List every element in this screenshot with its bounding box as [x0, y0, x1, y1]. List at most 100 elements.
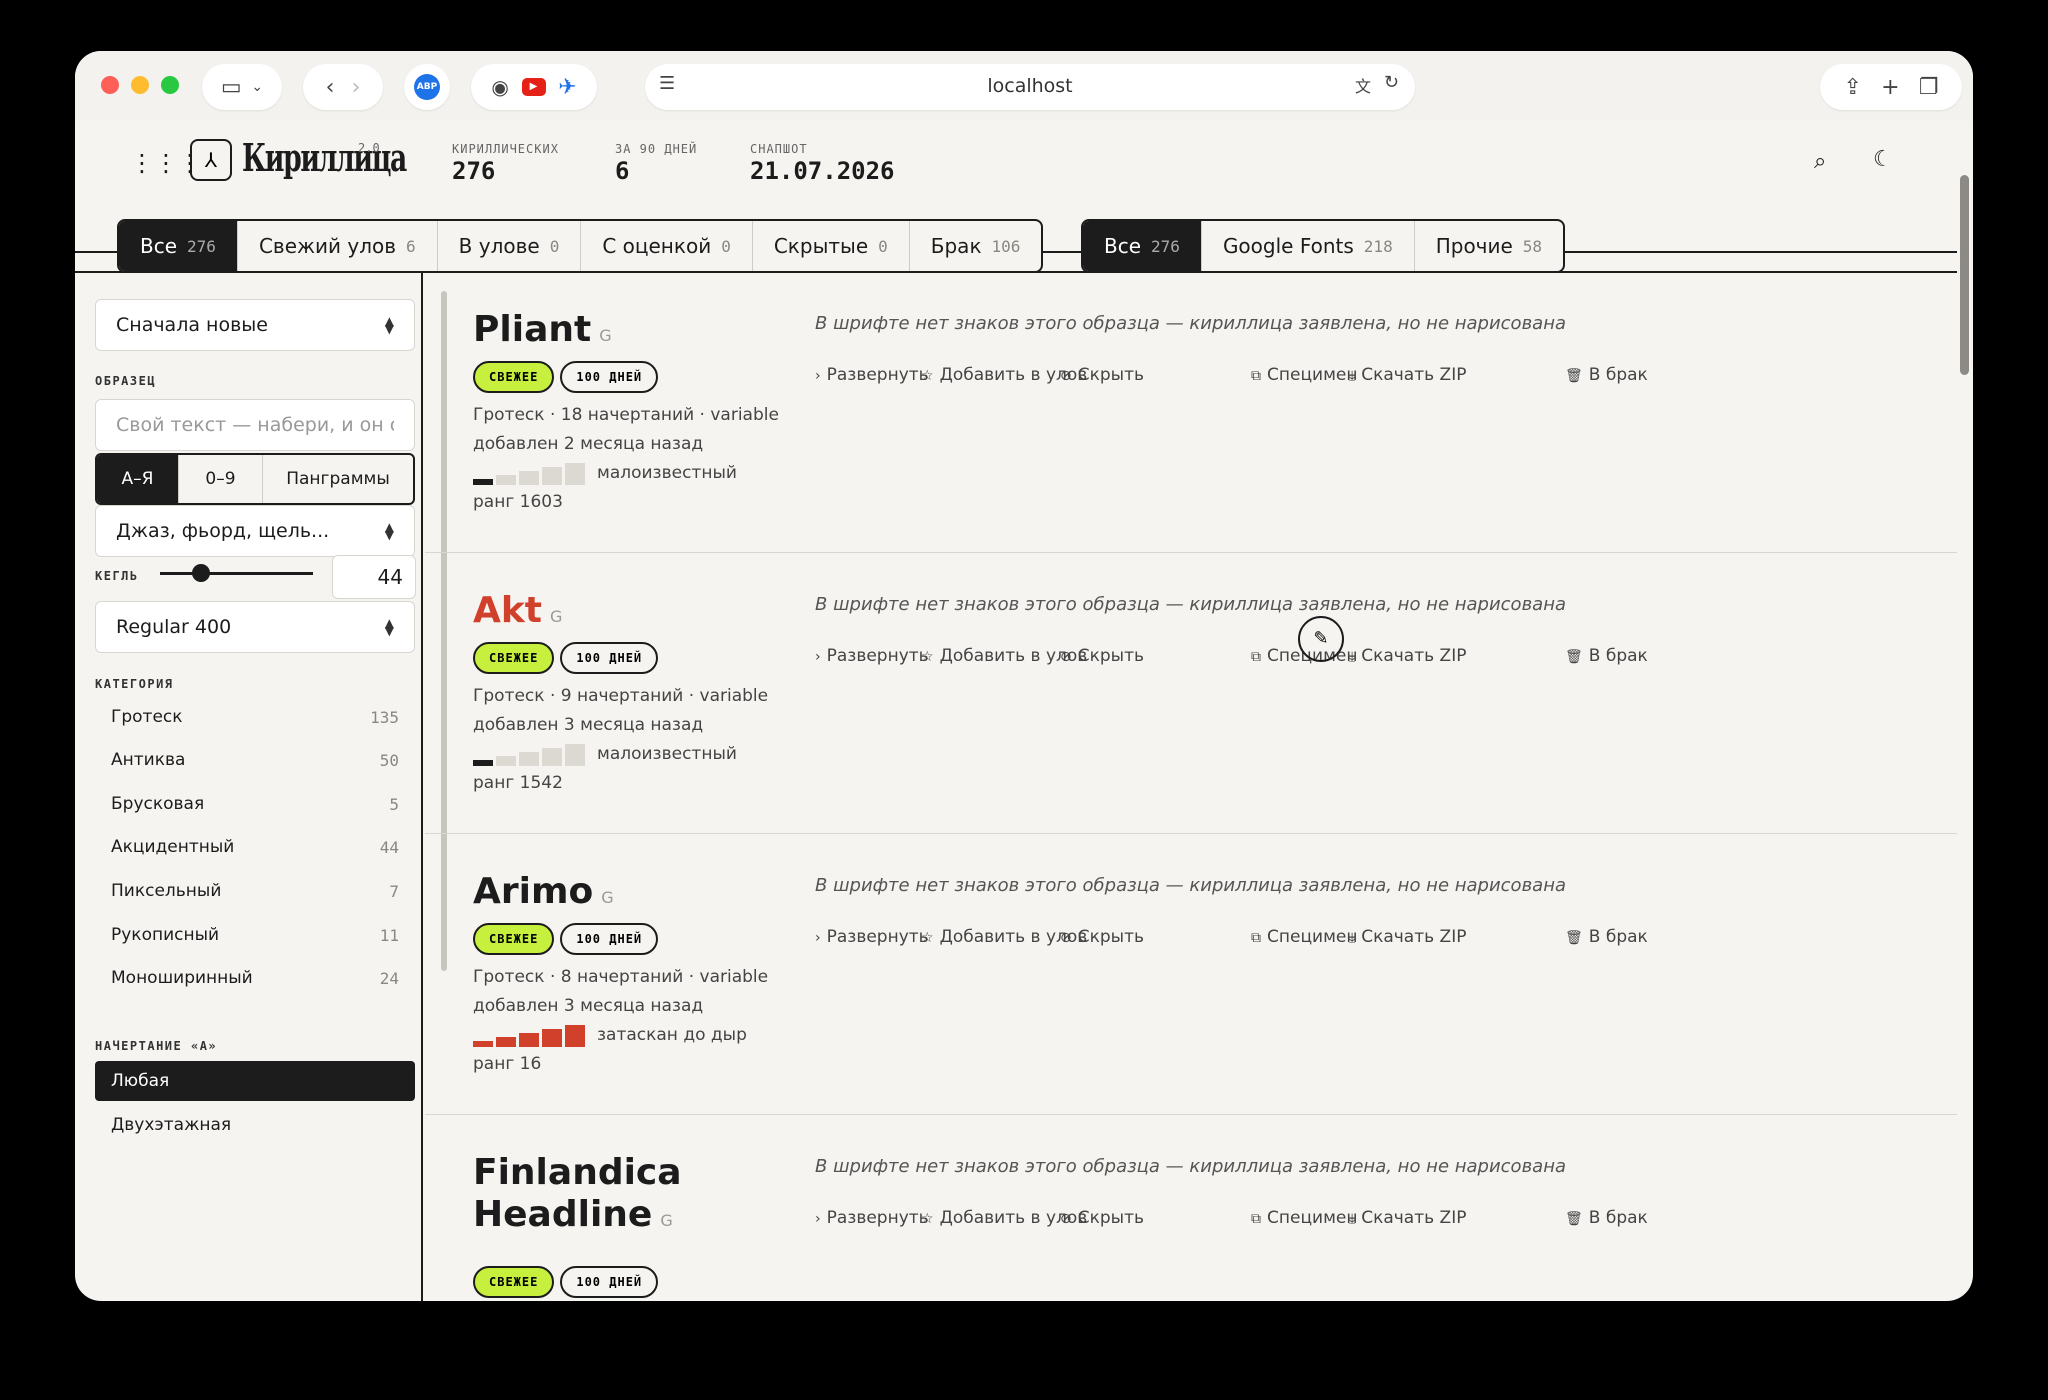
sample-text-input[interactable]: Свой текст — набери, и он ст — [95, 399, 415, 451]
google-fonts-mark-icon: G — [660, 1211, 673, 1230]
category-slab[interactable]: Брусковая 5 — [95, 784, 415, 824]
popularity-step — [565, 744, 585, 766]
font-added-date: добавлен 3 месяца назад — [473, 715, 704, 735]
translate-icon[interactable]: 文 — [1355, 73, 1371, 97]
sidebar-toggle-button[interactable]: ▭ ⌄ — [202, 64, 282, 110]
specimen-link[interactable]: ⧉ Специмен — [1251, 1208, 1357, 1228]
category-count: 5 — [389, 794, 399, 814]
category-antiqua[interactable]: Антиква 50 — [95, 740, 415, 780]
download-zip-button[interactable]: ⤓ Скачать ZIP — [1349, 1208, 1466, 1228]
specimen-link-label: Специмен — [1267, 365, 1358, 385]
sample-preset-select[interactable]: Джаз, фьорд, щель... ▲ ▼ — [95, 505, 415, 557]
font-name[interactable]: Finlandica Headline G — [473, 1152, 753, 1242]
tab-status-hidden[interactable]: Скрытые 0 — [753, 221, 910, 271]
weight-select[interactable]: Regular 400 ▲ ▼ — [95, 601, 415, 653]
trash-icon: 🗑 — [1565, 930, 1583, 946]
specimen-link[interactable]: ⧉ Специмен — [1251, 927, 1357, 947]
font-name-text: Akt — [473, 590, 543, 631]
address-bar[interactable]: ☰ localhost 文 ↻ — [645, 64, 1415, 110]
hide-button-label: Скрыть — [1077, 1208, 1145, 1228]
logo-mark-icon[interactable]: ⅄ — [190, 139, 232, 181]
zoom-window-button[interactable] — [161, 76, 179, 94]
tab-count: 6 — [406, 236, 416, 256]
font-name[interactable]: Akt G — [473, 590, 753, 638]
hide-button[interactable]: ⊘ Скрыть — [1060, 927, 1144, 947]
days-badge: 100 ДНЕЙ — [560, 1266, 659, 1298]
tab-status-in-catch[interactable]: В улове 0 — [438, 221, 582, 271]
reject-button[interactable]: 🗑 В брак — [1565, 927, 1648, 947]
history-nav: ‹ › — [303, 64, 383, 110]
share-icon[interactable]: ⇪ — [1844, 75, 1862, 100]
sample-preset-value: Джаз, фьорд, щель... — [116, 520, 330, 542]
category-pixel[interactable]: Пиксельный 7 — [95, 871, 415, 911]
dark-mode-moon-icon[interactable]: ☾ — [1873, 147, 1893, 172]
category-grotesque[interactable]: Гротеск 135 — [95, 697, 415, 737]
category-display[interactable]: Акцидентный 44 — [95, 827, 415, 867]
tab-status-fresh-catch[interactable]: Свежий улов 6 — [238, 221, 438, 271]
sort-select[interactable]: Сначала новые ▲ ▼ — [95, 299, 415, 351]
tab-source-other[interactable]: Прочие 58 — [1415, 221, 1563, 271]
expand-button[interactable]: › Развернуть — [815, 927, 929, 947]
runner-extension-icon[interactable]: ✈ — [558, 75, 576, 100]
reject-button[interactable]: 🗑 В брак — [1565, 365, 1648, 385]
tab-status-rejected[interactable]: Брак 106 — [910, 221, 1042, 271]
select-arrows-icon: ▲ ▼ — [384, 314, 394, 336]
minimize-window-button[interactable] — [131, 76, 149, 94]
tab-source-google-fonts[interactable]: Google Fonts 218 — [1202, 221, 1415, 271]
font-name[interactable]: Pliant G — [473, 309, 753, 357]
sample-mode-alphabet[interactable]: А–Я — [97, 455, 179, 503]
category-monospace[interactable]: Моноширинный 24 — [95, 958, 415, 998]
tab-status-all[interactable]: Все 276 — [119, 221, 238, 271]
category-name: Моноширинный — [111, 968, 253, 988]
download-zip-button[interactable]: ⤓ Скачать ZIP — [1349, 927, 1466, 947]
tab-count: 276 — [1151, 236, 1180, 256]
hide-button[interactable]: ⊘ Скрыть — [1060, 1208, 1144, 1228]
search-icon[interactable]: ⌕ — [1814, 149, 1826, 174]
expand-button[interactable]: › Развернуть — [815, 1208, 929, 1228]
tab-status-rated[interactable]: С оценкой 0 — [581, 221, 753, 271]
record-icon[interactable]: ◉ — [491, 75, 508, 99]
size-slider-handle[interactable] — [192, 564, 210, 582]
card-actions: › Развернуть ☆ Добавить в улов ⊘ Скрыть ⧉ Специ… — [815, 1208, 1875, 1232]
size-slider-track[interactable] — [160, 572, 313, 575]
reject-button[interactable]: 🗑 В брак — [1565, 646, 1648, 666]
category-handwritten[interactable]: Рукописный 11 — [95, 915, 415, 955]
download-zip-button[interactable]: ⤓ Скачать ZIP — [1349, 646, 1466, 666]
sample-mode-digits[interactable]: 0–9 — [179, 455, 263, 503]
card-actions: › Развернуть ☆ Добавить в улов ⊘ Скрыть ⧉ Специ… — [815, 365, 1875, 389]
tab-source-all[interactable]: Все 276 — [1083, 221, 1202, 271]
adblock-extension-button[interactable]: ABP — [404, 64, 450, 110]
font-list: Pliant G СВЕЖЕЕ 100 ДНЕЙ Гротеск · 18 начерт… — [425, 273, 1957, 1301]
chevron-right-icon: › — [815, 368, 821, 384]
edit-sample-button[interactable]: ✎ — [1298, 616, 1344, 662]
page-scrollbar[interactable] — [1957, 121, 1973, 1301]
expand-button[interactable]: › Развернуть — [815, 365, 929, 385]
close-window-button[interactable] — [101, 76, 119, 94]
font-meta: Гротеск · 8 начертаний · variable добавле… — [473, 963, 768, 1079]
logo-text[interactable]: Кириллица — [242, 135, 407, 180]
font-badges: СВЕЖЕЕ 100 ДНЕЙ — [473, 923, 659, 955]
tab-overview-icon[interactable]: ❐ — [1919, 75, 1939, 100]
sample-mode-pangrams[interactable]: Панграммы — [263, 455, 413, 503]
stat-label-snapshot: СНАПШОТ — [750, 142, 808, 156]
new-tab-icon[interactable]: + — [1881, 75, 1899, 100]
forward-button[interactable]: › — [352, 75, 361, 100]
a-style-any[interactable]: Любая — [95, 1061, 415, 1101]
download-zip-button[interactable]: ⤓ Скачать ZIP — [1349, 365, 1466, 385]
tab-label: Все — [1104, 234, 1142, 258]
hide-button[interactable]: ⊘ Скрыть — [1060, 365, 1144, 385]
tab-count: 106 — [991, 236, 1021, 256]
hide-button[interactable]: ⊘ Скрыть — [1060, 646, 1144, 666]
reject-button[interactable]: 🗑 В брак — [1565, 1208, 1648, 1228]
specimen-link[interactable]: ⧉ Специмен — [1251, 365, 1357, 385]
font-name[interactable]: Arimo G — [473, 871, 753, 919]
reload-icon[interactable]: ↻ — [1384, 72, 1399, 93]
youtube-icon[interactable]: ▶ — [521, 78, 546, 96]
a-style-double-storey[interactable]: Двухэтажная — [95, 1105, 415, 1145]
page-scrollbar-thumb[interactable] — [1960, 175, 1969, 375]
back-button[interactable]: ‹ — [326, 75, 335, 100]
size-input[interactable]: 44 — [332, 555, 416, 599]
expand-button[interactable]: › Развернуть — [815, 646, 929, 666]
font-badges: СВЕЖЕЕ 100 ДНЕЙ — [473, 1266, 659, 1298]
reject-button-label: В брак — [1588, 646, 1648, 666]
